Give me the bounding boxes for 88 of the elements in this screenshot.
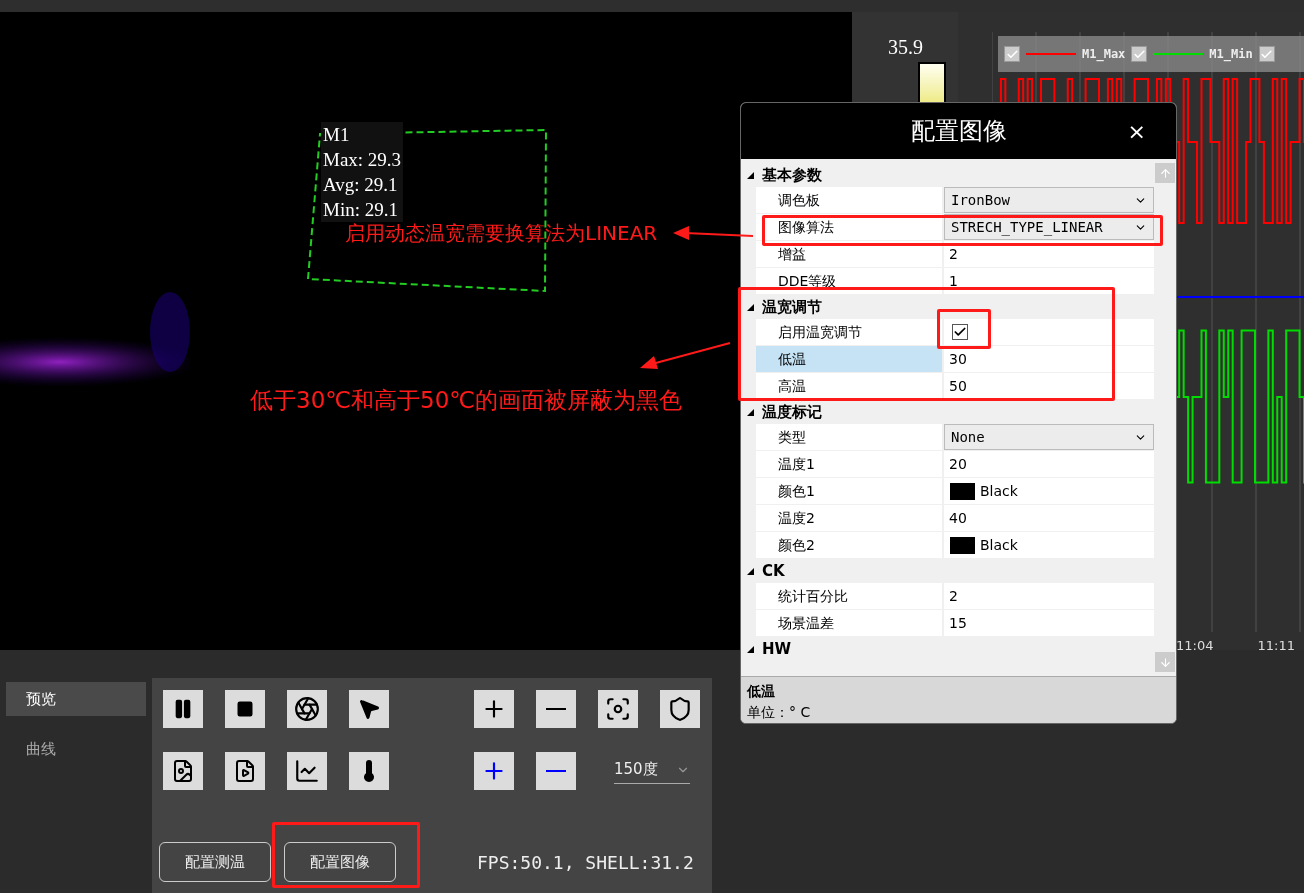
shield-icon [667, 696, 693, 722]
annotation-text: 启用动态温宽需要换算法为LINEAR [345, 220, 658, 247]
legend-checkbox[interactable] [1131, 46, 1148, 62]
property-label[interactable]: 统计百分比 [756, 583, 942, 609]
focus-minus-button[interactable] [536, 752, 576, 790]
property-label[interactable]: 温度1 [756, 451, 942, 477]
expand-triangle-icon[interactable] [747, 171, 754, 179]
video-file-icon [233, 759, 257, 783]
aperture-icon [294, 696, 320, 722]
section-title: HW [762, 638, 792, 660]
property-label[interactable]: 类型 [756, 424, 942, 450]
time-axis-label: 11:04 [1176, 637, 1214, 655]
chart-button[interactable] [287, 752, 327, 790]
expand-triangle-icon[interactable] [747, 645, 754, 653]
legend-label: M1_Max [1082, 46, 1126, 63]
property-checkbox[interactable] [952, 324, 968, 340]
check-icon [1260, 47, 1274, 61]
property-label[interactable]: 低温 [756, 346, 942, 372]
temperature-button[interactable] [349, 752, 389, 790]
legend-label: M1_Min [1209, 46, 1253, 63]
property-dropdown[interactable]: None [944, 424, 1154, 450]
check-icon [953, 325, 967, 339]
section-title: 温宽调节 [762, 296, 822, 318]
aperture-button[interactable] [287, 690, 327, 728]
nav-tab[interactable]: 预览 [6, 682, 146, 716]
image-file-icon [171, 759, 195, 783]
legend-checkbox[interactable] [1004, 46, 1020, 62]
property-label[interactable]: 高温 [756, 373, 942, 399]
shield-button[interactable] [660, 690, 700, 728]
stop-icon [236, 700, 254, 718]
pause-button[interactable] [163, 690, 203, 728]
property-label[interactable]: 图像算法 [756, 214, 942, 240]
property-value[interactable]: 50 [944, 378, 967, 394]
autofocus-button[interactable] [598, 690, 638, 728]
zoom-out-button[interactable] [536, 690, 576, 728]
check-icon [1005, 47, 1019, 61]
property-value[interactable]: 20 [944, 456, 967, 472]
arrow-up-icon [1158, 166, 1172, 180]
expand-triangle-icon[interactable] [747, 567, 754, 575]
pointer-button[interactable] [349, 690, 389, 728]
pointer-icon [357, 697, 381, 721]
minus-icon [546, 770, 566, 772]
roi-label: M1 Max: 29.3 Avg: 29.1 Min: 29.1 [321, 122, 404, 222]
property-value[interactable]: 30 [944, 351, 967, 367]
property-label[interactable]: 颜色1 [756, 478, 942, 504]
expand-triangle-icon[interactable] [747, 408, 754, 416]
property-value[interactable]: 2 [944, 246, 958, 262]
dialog-title: 配置图像 [910, 116, 1007, 147]
property-label[interactable]: 调色板 [756, 187, 942, 213]
property-value[interactable]: Black [975, 480, 1018, 502]
nav-tab[interactable]: 曲线 [6, 732, 146, 766]
status-text: FPS:50.1, SHELL:31.2 [477, 850, 694, 875]
property-value[interactable]: 1 [944, 273, 958, 289]
property-label[interactable]: 启用温宽调节 [756, 319, 942, 345]
description-title: 低温 [747, 682, 776, 701]
stop-button[interactable] [225, 690, 265, 728]
property-label[interactable]: 颜色2 [756, 532, 942, 558]
section-title: 温度标记 [762, 401, 822, 423]
section-title: CK [762, 560, 785, 582]
section-title: 基本参数 [762, 164, 822, 186]
property-label[interactable]: 温度2 [756, 505, 942, 531]
close-button[interactable]: × [1127, 121, 1146, 143]
max-temperature-label: 35.9 [888, 35, 923, 60]
record-button[interactable] [225, 752, 265, 790]
property-dropdown[interactable]: IronBow [944, 187, 1154, 213]
property-label[interactable]: 场景温差 [756, 610, 942, 636]
config-button[interactable]: 配置图像 [284, 842, 396, 882]
arrow-down-icon [1158, 655, 1172, 669]
property-value[interactable]: 40 [944, 510, 967, 526]
config-button[interactable]: 配置测温 [159, 842, 271, 882]
line-chart-icon [294, 758, 320, 784]
property-value[interactable]: 15 [944, 615, 967, 631]
legend-checkbox[interactable] [1258, 46, 1275, 62]
annotation-text: 低于30℃和高于50℃的画面被屏蔽为黑色 [250, 386, 683, 415]
expand-triangle-icon[interactable] [747, 303, 754, 311]
minus-icon [546, 708, 566, 710]
range-dropdown[interactable]: 150度 [614, 758, 690, 784]
property-dropdown[interactable]: STRECH_TYPE_LINEAR [944, 214, 1154, 240]
check-icon [1132, 47, 1146, 61]
property-value[interactable]: Black [975, 534, 1018, 556]
zoom-in-button[interactable] [474, 690, 514, 728]
focus-frame-icon [605, 696, 631, 722]
snapshot-button[interactable] [163, 752, 203, 790]
property-value[interactable]: 2 [944, 588, 958, 604]
property-label[interactable]: DDE等级 [756, 268, 942, 294]
description-text: 单位：° C [747, 703, 812, 722]
focus-plus-button[interactable] [474, 752, 514, 790]
time-axis-label: 11:11 [1257, 637, 1295, 655]
